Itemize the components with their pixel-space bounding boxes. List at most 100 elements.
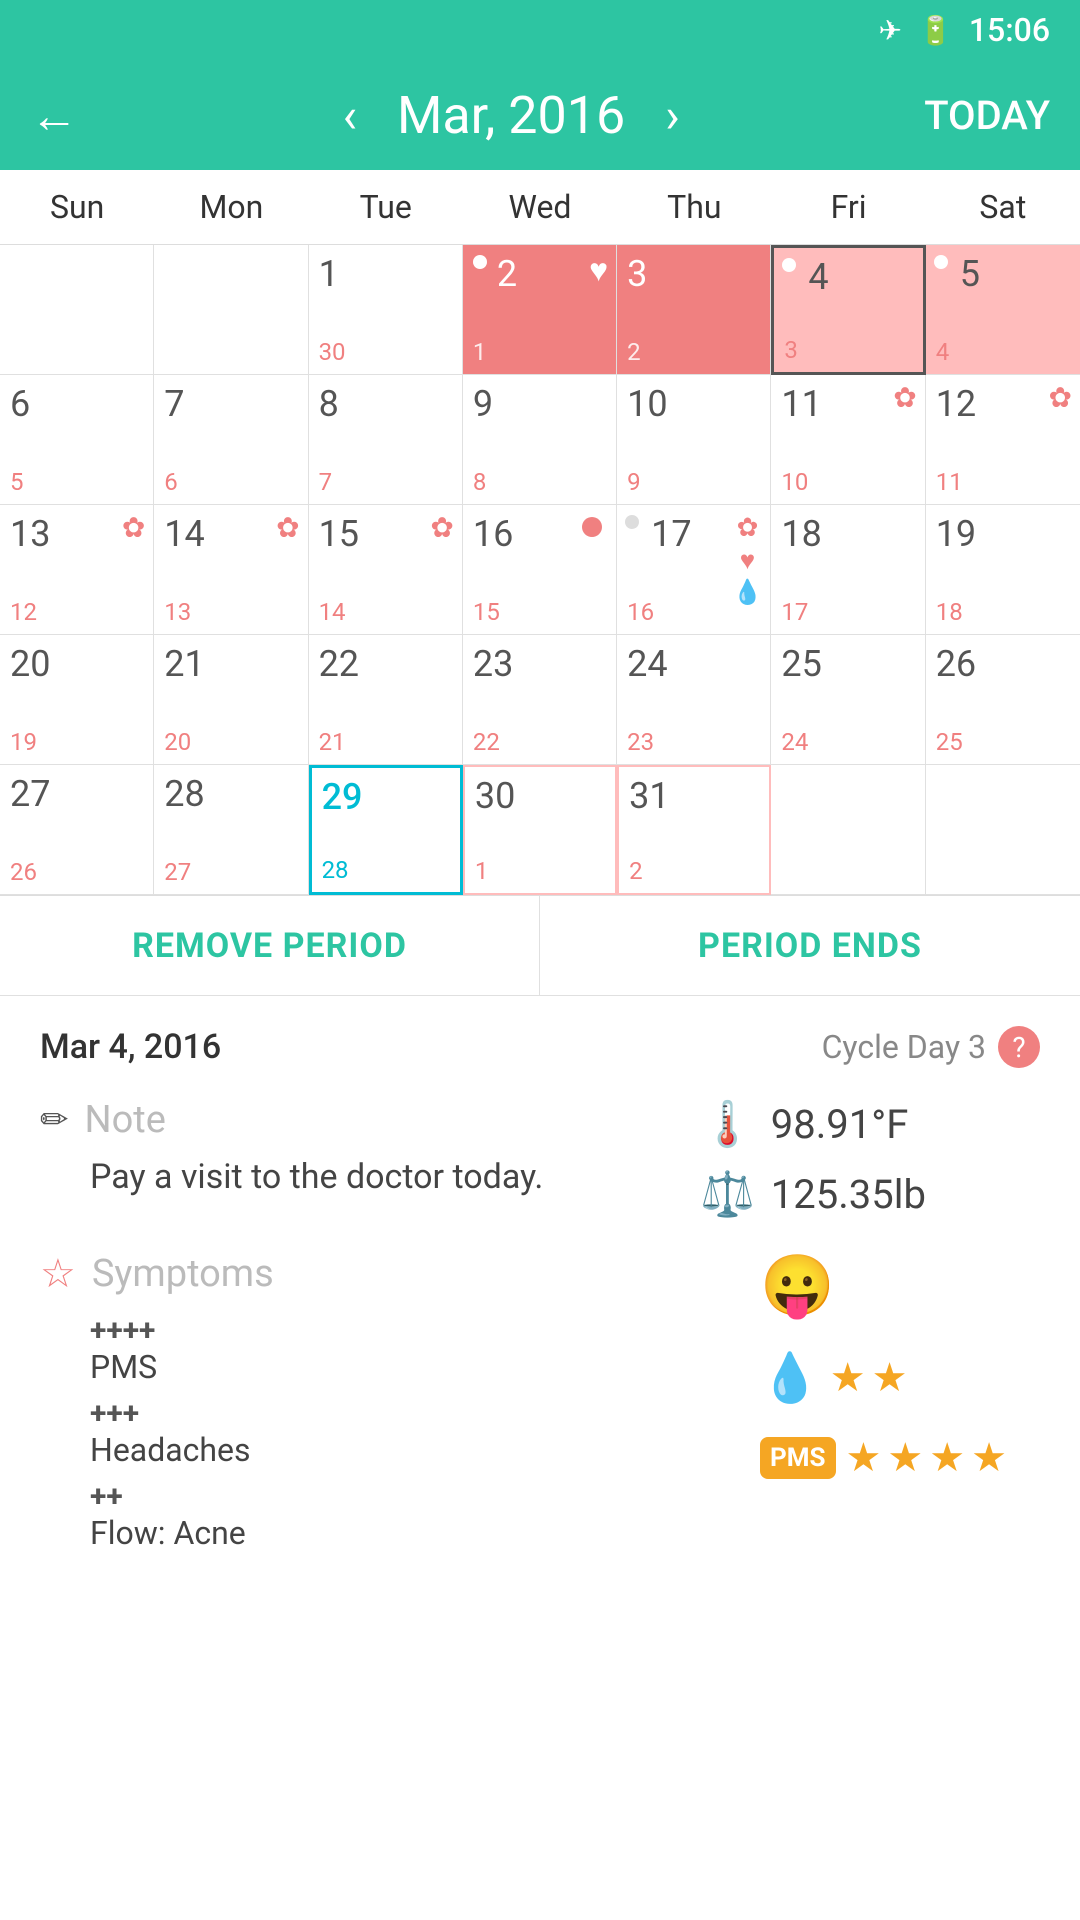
flower-icon: ✿ (1049, 381, 1072, 414)
temperature-value: 98.91°F (771, 1101, 909, 1148)
detail-date: Mar 4, 2016 (40, 1027, 221, 1067)
cal-cell-mar8[interactable]: 8 7 (309, 375, 463, 505)
weight-icon: ⚖️ (700, 1168, 755, 1220)
flow-stars: ★ ★ (830, 1354, 908, 1401)
symptom-name: Flow: Acne (90, 1514, 730, 1552)
calendar-grid: 1 30 2 ♥ 1 3 2 4 3 5 4 6 5 7 6 8 7 9 8 1… (0, 245, 1080, 896)
cal-cycle: 7 (319, 468, 333, 496)
note-text: Pay a visit to the doctor today. (40, 1152, 660, 1203)
weight-row[interactable]: ⚖️ 125.35lb (700, 1168, 1040, 1220)
cal-cycle: 1 (473, 338, 487, 366)
cal-date: 21 (164, 643, 204, 685)
cal-cycle: 13 (164, 598, 191, 626)
cal-cell-mar17[interactable]: 17 ✿ ♥ 💧 16 (617, 505, 771, 635)
cal-cell-mar26[interactable]: 26 25 (926, 635, 1080, 765)
cal-cycle: 20 (164, 728, 191, 756)
cal-cell-mar9[interactable]: 9 8 (463, 375, 617, 505)
cal-cycle: 10 (781, 468, 808, 496)
day-header-sat: Sat (926, 170, 1080, 244)
symptoms-container: ☆ Symptoms ++++ PMS +++ Headaches ++ Flo… (40, 1250, 1040, 1562)
cal-cell-mar22[interactable]: 22 21 (309, 635, 463, 765)
weight-value: 125.35lb (771, 1171, 926, 1218)
status-bar: ✈ 🔋 15:06 (0, 0, 1080, 60)
cal-cycle: 30 (319, 338, 346, 366)
pms-badge: PMS (760, 1437, 836, 1479)
battery-icon: 🔋 (918, 14, 953, 47)
cal-cycle: 15 (473, 598, 500, 626)
detail-section: Mar 4, 2016 Cycle Day 3 ? ✏ Note Pay a v… (0, 996, 1080, 1592)
day-header-fri: Fri (771, 170, 925, 244)
cal-cycle: 18 (936, 598, 963, 626)
cal-cell-mar23[interactable]: 23 22 (463, 635, 617, 765)
cal-cell-mar19[interactable]: 19 18 (926, 505, 1080, 635)
cal-cell-mar10[interactable]: 10 9 (617, 375, 771, 505)
cal-cell-mar30[interactable]: 30 1 (463, 765, 617, 895)
symptom-plus: ++++ (90, 1313, 730, 1348)
cal-cell-mar12[interactable]: 12 ✿ 11 (926, 375, 1080, 505)
cal-cell-mar11[interactable]: 11 ✿ 10 (771, 375, 925, 505)
cal-cycle: 22 (473, 728, 500, 756)
month-nav: ‹ Mar, 2016 › (98, 85, 924, 146)
cal-date: 26 (936, 643, 976, 685)
prev-month-button[interactable]: ‹ (343, 87, 357, 144)
cal-cell-mar14[interactable]: 14 ✿ 13 (154, 505, 308, 635)
today-button[interactable]: TODAY (924, 92, 1050, 139)
cal-cycle: 26 (10, 858, 37, 886)
cal-cycle: 19 (10, 728, 37, 756)
mood-row: 😛 (760, 1250, 1040, 1321)
cal-cell-mar4[interactable]: 4 3 (771, 245, 925, 375)
status-time: 15:06 (969, 11, 1050, 49)
thermometer-icon: 🌡️ (700, 1098, 755, 1150)
temperature-row[interactable]: 🌡️ 98.91°F (700, 1098, 1040, 1150)
cal-cell-mar29[interactable]: 29 28 (309, 765, 463, 895)
star-1: ★ (846, 1434, 882, 1481)
cal-cell-mar6[interactable]: 6 5 (0, 375, 154, 505)
cal-cycle: 6 (164, 468, 178, 496)
star-2: ★ (872, 1354, 908, 1401)
cal-cycle: 27 (164, 858, 191, 886)
flower-icon: ✿ (122, 511, 145, 544)
symptom-flow-acne: ++ Flow: Acne (40, 1479, 730, 1552)
period-dot (473, 255, 487, 269)
cal-cell-mar1[interactable]: 1 30 (309, 245, 463, 375)
cal-cycle: 8 (473, 468, 487, 496)
cal-date: 16 (473, 513, 513, 555)
cal-cycle: 2 (627, 338, 641, 366)
day-header-sun: Sun (0, 170, 154, 244)
cal-cell-mar2[interactable]: 2 ♥ 1 (463, 245, 617, 375)
day-header-mon: Mon (154, 170, 308, 244)
action-buttons: REMOVE PERIOD PERIOD ENDS (0, 896, 1080, 996)
cycle-day-help-button[interactable]: ? (998, 1026, 1040, 1068)
cal-cell-mar18[interactable]: 18 17 (771, 505, 925, 635)
period-ends-button[interactable]: PERIOD ENDS (540, 896, 1080, 995)
cal-date: 14 (164, 513, 204, 555)
blood-drop-icon: 💧 (760, 1349, 820, 1406)
next-month-button[interactable]: › (665, 87, 679, 144)
cal-cell-mar28[interactable]: 28 27 (154, 765, 308, 895)
edit-icon[interactable]: ✏ (40, 1100, 69, 1140)
cal-date: 27 (10, 773, 50, 815)
note-label: Note (85, 1098, 166, 1142)
back-button[interactable]: ← (30, 87, 78, 144)
cal-date: 11 (781, 383, 821, 425)
cal-cell-mar31[interactable]: 31 2 (617, 765, 771, 895)
mood-emoji: 😛 (760, 1250, 835, 1321)
cal-cell-mar27[interactable]: 27 26 (0, 765, 154, 895)
cal-date: 12 (936, 383, 976, 425)
cal-cell-mar3[interactable]: 3 2 (617, 245, 771, 375)
cal-cell-mar25[interactable]: 25 24 (771, 635, 925, 765)
cal-cell-mar15[interactable]: 15 ✿ 14 (309, 505, 463, 635)
symptom-pms: ++++ PMS (40, 1313, 730, 1386)
metrics-section: 🌡️ 98.91°F ⚖️ 125.35lb (700, 1098, 1040, 1220)
cal-cycle: 11 (936, 468, 963, 496)
cal-cell-mar21[interactable]: 21 20 (154, 635, 308, 765)
cal-cell-mar24[interactable]: 24 23 (617, 635, 771, 765)
cal-cell-mar7[interactable]: 7 6 (154, 375, 308, 505)
cal-date: 13 (10, 513, 50, 555)
cal-cell-mar13[interactable]: 13 ✿ 12 (0, 505, 154, 635)
cal-cell-mar16[interactable]: 16 15 (463, 505, 617, 635)
cal-date: 24 (627, 643, 667, 685)
remove-period-button[interactable]: REMOVE PERIOD (0, 896, 540, 995)
cal-cell-mar20[interactable]: 20 19 (0, 635, 154, 765)
cal-cell-mar5[interactable]: 5 4 (926, 245, 1080, 375)
